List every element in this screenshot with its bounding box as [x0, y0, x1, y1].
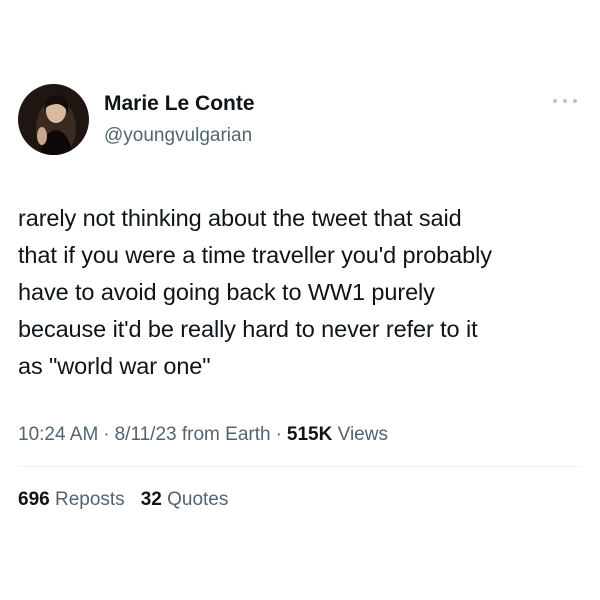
reposts-stat[interactable]: 696 Reposts — [18, 489, 125, 511]
more-dot — [553, 99, 557, 103]
quotes-stat[interactable]: 32 Quotes — [141, 489, 229, 511]
views-label: Views — [337, 424, 388, 445]
more-horizontal-icon[interactable] — [553, 94, 577, 108]
more-dot — [573, 99, 577, 103]
divider — [18, 466, 583, 467]
reposts-label: Reposts — [54, 489, 125, 510]
quotes-count: 32 — [140, 489, 162, 510]
author-display-name[interactable]: Marie Le Conte — [104, 92, 255, 116]
avatar[interactable] — [18, 84, 89, 155]
avatar-image — [18, 84, 89, 155]
meta-separator: · — [275, 424, 282, 445]
tweet-text-line: rarely not thinking about the tweet that… — [18, 205, 462, 231]
tweet-text: rarely not thinking about the tweet that… — [18, 200, 588, 385]
tweet-text-line: because it'd be really hard to never ref… — [18, 316, 478, 342]
engagement-stats: 696 Reposts 32 Quotes — [18, 489, 244, 511]
author-handle[interactable]: @youngvulgarian — [104, 125, 252, 147]
more-dot — [563, 99, 567, 103]
tweet-text-line: have to avoid going back to WW1 purely — [18, 279, 435, 305]
quotes-label: Quotes — [167, 489, 229, 510]
tweet-source: from Earth — [181, 424, 271, 445]
views-count[interactable]: 515K — [287, 424, 332, 445]
tweet: Marie Le Conte @youngvulgarian rarely no… — [0, 0, 600, 600]
meta-separator: · — [103, 424, 110, 445]
reposts-count: 696 — [18, 489, 50, 510]
tweet-meta: 10:24 AM · 8/11/23 from Earth · 515K Views — [18, 424, 388, 446]
tweet-time[interactable]: 10:24 AM — [18, 424, 98, 445]
tweet-text-line: as "world war one" — [18, 353, 211, 379]
tweet-date[interactable]: 8/11/23 — [115, 424, 177, 445]
tweet-text-line: that if you were a time traveller you'd … — [18, 242, 492, 268]
